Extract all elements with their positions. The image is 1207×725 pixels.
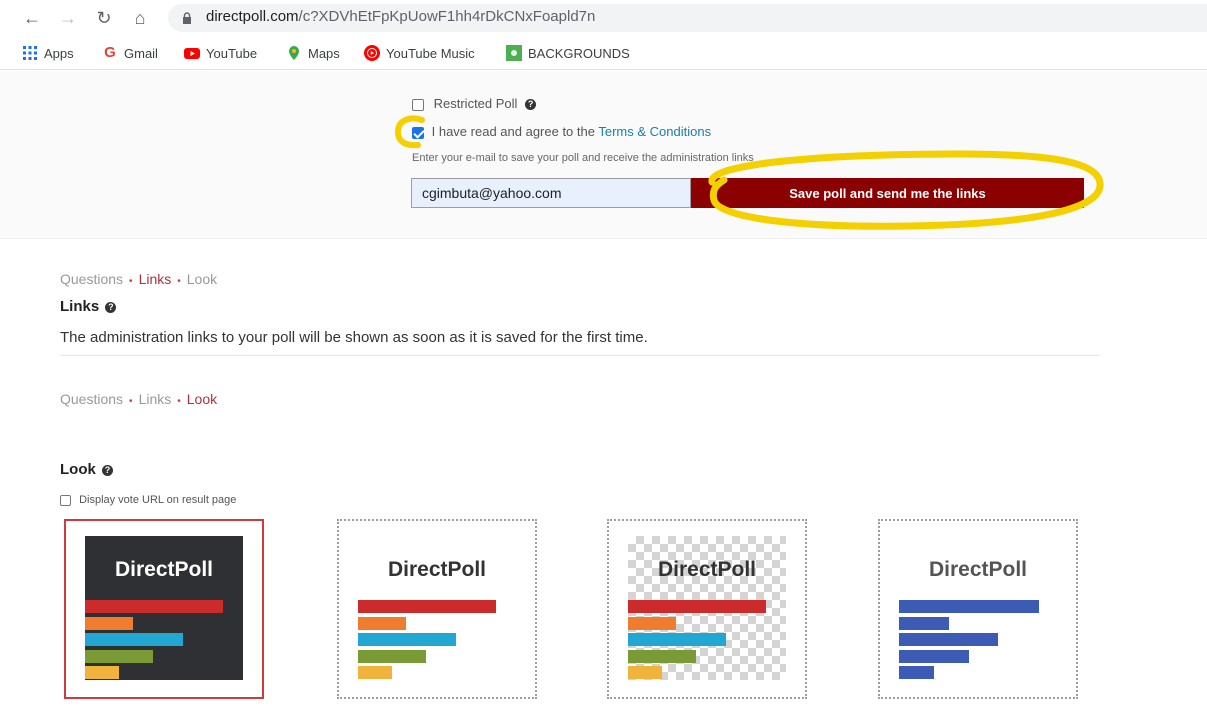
step-look[interactable]: Look	[187, 391, 217, 407]
preview-bar	[358, 650, 426, 663]
restricted-poll-row: Restricted Poll ?	[412, 96, 537, 111]
bookmark-label: YouTube Music	[386, 45, 475, 61]
step-questions[interactable]: Questions	[60, 271, 123, 287]
theme-title: DirectPoll	[928, 558, 1028, 581]
theme-option-blue[interactable]: DirectPoll	[878, 519, 1078, 699]
bookmark-label: Gmail	[124, 45, 158, 61]
email-field[interactable]	[411, 178, 691, 208]
theme-preview: DirectPoll	[899, 536, 1057, 680]
bookmark-label: Apps	[44, 45, 74, 61]
step-breadcrumb-links: Questions • Links • Look	[60, 271, 217, 287]
help-icon[interactable]: ?	[525, 99, 537, 111]
theme-option-light[interactable]: DirectPoll	[337, 519, 537, 699]
help-icon[interactable]: ?	[102, 464, 114, 476]
step-breadcrumb-look: Questions • Links • Look	[60, 391, 217, 407]
preview-bar	[358, 633, 456, 646]
bookmark-gmail[interactable]: G Gmail	[102, 44, 158, 62]
links-heading: Links ?	[60, 298, 117, 315]
highlight-circle-mark	[394, 115, 425, 149]
terms-link[interactable]: Terms & Conditions	[598, 124, 711, 139]
maps-pin-icon	[289, 46, 299, 60]
reload-icon[interactable]: ↻	[92, 6, 116, 30]
terms-row: I have read and agree to the Terms & Con…	[412, 124, 711, 139]
lock-icon	[183, 12, 191, 24]
preview-bar	[358, 666, 392, 679]
step-look[interactable]: Look	[187, 271, 217, 287]
preview-bar	[899, 617, 949, 630]
links-description: The administration links to your poll wi…	[60, 329, 648, 346]
preview-bar	[899, 666, 934, 679]
step-questions[interactable]: Questions	[60, 391, 123, 407]
google-g-icon: G	[104, 44, 116, 61]
url-text[interactable]: directpoll.com/c?XDVhEtFpKpUowF1hh4rDkCN…	[206, 8, 595, 25]
step-separator: •	[177, 276, 181, 287]
restricted-poll-label: Restricted Poll	[433, 96, 518, 111]
preview-bar	[899, 600, 1039, 613]
apps-grid-icon	[23, 46, 37, 60]
look-heading: Look ?	[60, 461, 114, 478]
step-separator: •	[129, 276, 133, 287]
bookmark-youtube[interactable]: YouTube	[184, 44, 257, 62]
preview-bar	[628, 650, 696, 663]
forward-arrow-icon[interactable]: →	[56, 6, 80, 30]
preview-bar	[628, 633, 726, 646]
bookmark-backgrounds[interactable]: BACKGROUNDS	[506, 44, 630, 62]
home-icon[interactable]: ⌂	[128, 6, 152, 30]
preview-bar	[85, 617, 133, 630]
theme-preview: DirectPoll	[628, 536, 786, 680]
preview-bar	[628, 600, 766, 613]
help-icon[interactable]: ?	[105, 301, 117, 313]
restricted-poll-checkbox[interactable]	[412, 98, 424, 111]
display-url-checkbox[interactable]	[60, 494, 71, 506]
theme-preview: DirectPoll	[358, 536, 516, 680]
bookmark-label: Maps	[308, 45, 340, 61]
preview-bar	[628, 617, 676, 630]
bookmark-youtube-music[interactable]: YouTube Music	[364, 44, 475, 62]
theme-preview: DirectPoll	[85, 536, 243, 680]
preview-bar	[85, 666, 119, 679]
section-divider	[60, 355, 1100, 356]
theme-option-transparent[interactable]: DirectPoll	[607, 519, 807, 699]
url-path: /c?XDVhEtFpKpUowF1hh4rDkCNxFoapld7n	[298, 8, 596, 25]
preview-bar	[899, 650, 969, 663]
display-url-row: Display vote URL on result page	[60, 494, 236, 506]
terms-label: I have read and agree to the	[431, 124, 599, 139]
step-separator: •	[177, 396, 181, 407]
bookmark-label: YouTube	[206, 45, 258, 61]
youtube-music-icon	[364, 45, 380, 61]
preview-bar	[358, 617, 406, 630]
theme-title: DirectPoll	[387, 558, 487, 581]
step-separator: •	[129, 396, 133, 407]
theme-title: DirectPoll	[114, 558, 214, 581]
back-arrow-icon[interactable]: ←	[20, 6, 44, 30]
highlight-oval-mark	[708, 150, 1104, 230]
bookmark-label: BACKGROUNDS	[528, 45, 630, 61]
green-bookmark-icon	[506, 45, 522, 61]
bookmark-apps[interactable]: Apps	[22, 44, 74, 62]
step-links[interactable]: Links	[139, 391, 172, 407]
preview-bar	[899, 633, 998, 646]
youtube-icon	[184, 48, 200, 59]
theme-option-dark[interactable]: DirectPoll	[64, 519, 264, 699]
preview-bar	[85, 600, 223, 613]
theme-title: DirectPoll	[657, 558, 757, 581]
preview-bar	[358, 600, 496, 613]
step-links[interactable]: Links	[139, 271, 172, 287]
preview-bar	[85, 650, 153, 663]
display-url-label: Display vote URL on result page	[79, 494, 237, 506]
links-heading-text: Links	[60, 298, 100, 315]
bookmarks-bar: Apps G Gmail YouTube Maps YouTube Music …	[0, 36, 1207, 70]
preview-bar	[85, 633, 183, 646]
preview-bar	[628, 666, 662, 679]
look-heading-text: Look	[60, 461, 96, 478]
browser-toolbar: ← → ↻ ⌂ directpoll.com/c?XDVhEtFpKpUowF1…	[0, 0, 1207, 36]
bookmark-maps[interactable]: Maps	[286, 44, 340, 62]
url-host: directpoll.com	[206, 8, 299, 25]
